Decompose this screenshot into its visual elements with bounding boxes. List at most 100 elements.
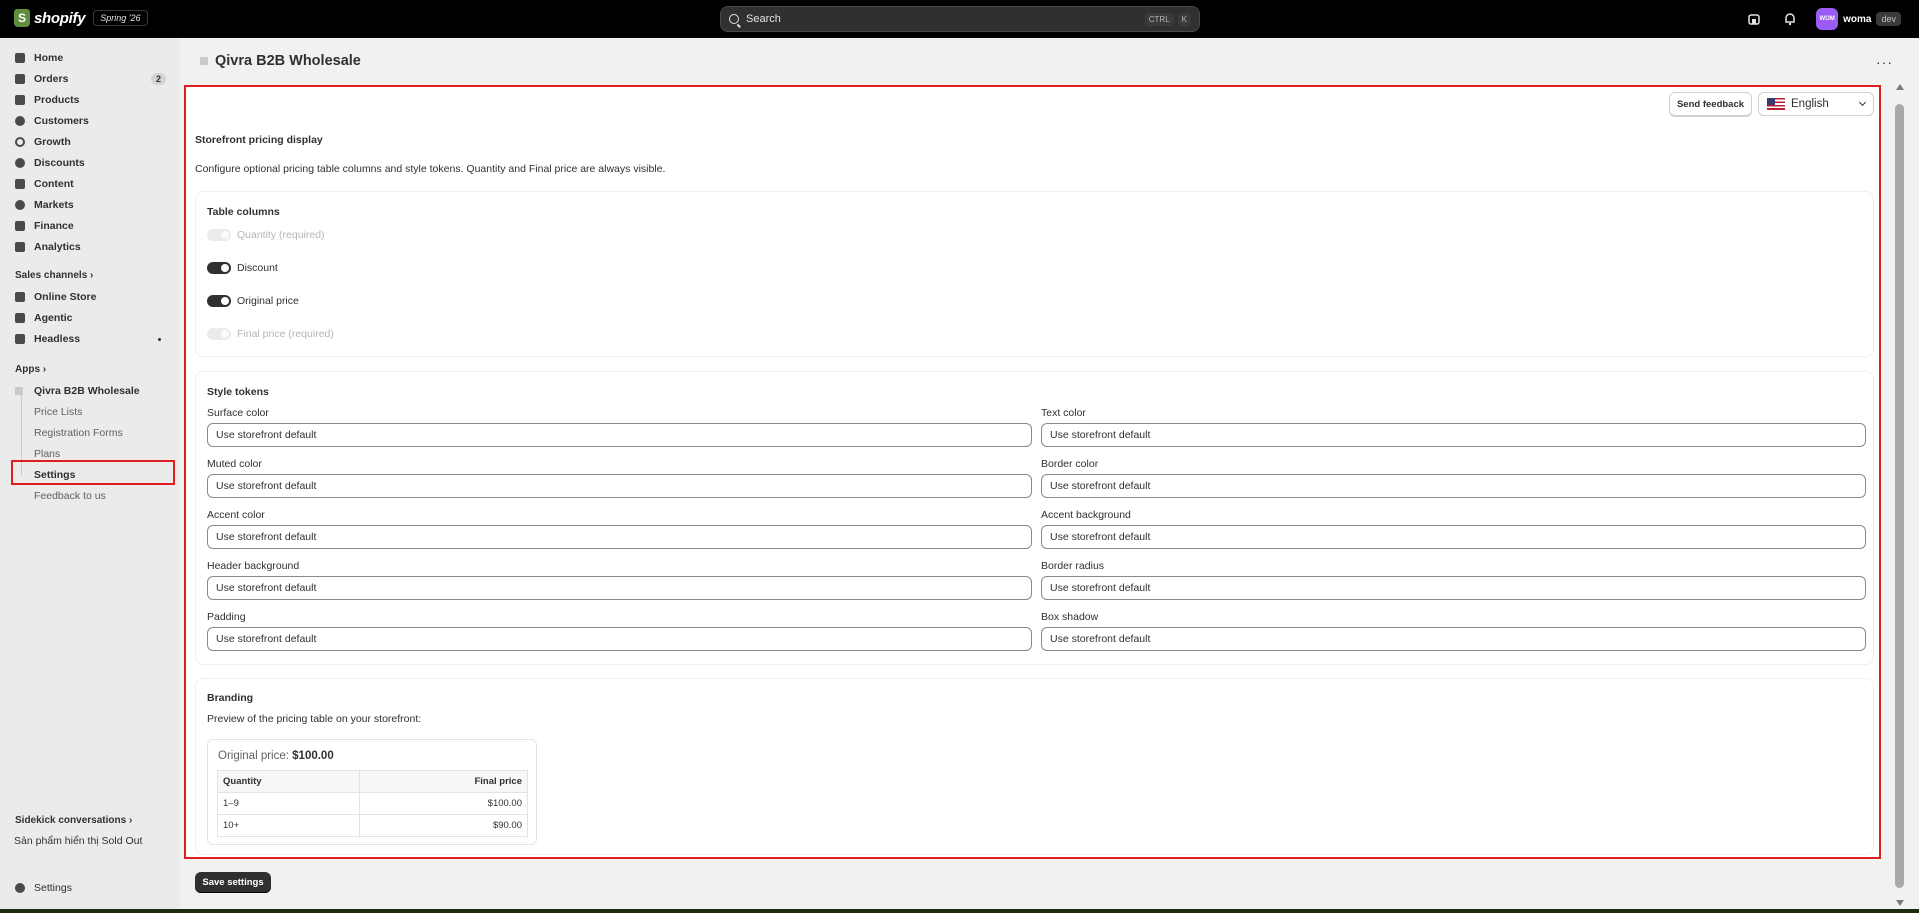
shopify-bag-icon: S [14,9,30,27]
discount-toggle[interactable] [207,262,231,274]
send-feedback-button[interactable]: Send feedback [1669,92,1752,116]
branding-title: Branding [207,692,254,704]
bell-icon[interactable] [1780,9,1800,29]
accent-color-input[interactable] [207,525,1032,549]
sales-channels-header[interactable]: Sales channels › [15,270,93,281]
sidebar-item-home[interactable]: Home [10,48,176,68]
section-header-label: Sidekick conversations [15,815,127,826]
field-label-header-background: Header background [207,560,300,572]
page-title-text: Qivra B2B Wholesale [215,53,361,69]
toggle-row-original-price[interactable]: Original price [207,295,299,307]
shopify-logo[interactable]: S shopify Spring '26 [14,9,148,27]
sidebar-item-settings[interactable]: Settings [10,878,176,898]
sidebar-item-label: Content [34,178,74,190]
more-actions-button[interactable]: ··· [1876,54,1893,70]
border-radius-input[interactable] [1041,576,1866,600]
surface-color-input[interactable] [207,423,1032,447]
sidebar-item-content[interactable]: Content [10,174,176,194]
style-tokens-card [195,371,1874,665]
table-columns-title: Table columns [207,206,280,218]
language-value: English [1791,98,1829,110]
scroll-down-arrow-icon[interactable] [1896,900,1904,906]
section-heading: Storefront pricing display [195,134,323,146]
sidebar-item-label: Settings [34,882,72,894]
sidebar-item-products[interactable]: Products [10,90,176,110]
save-settings-button[interactable]: Save settings [195,872,271,893]
toggle-label: Discount [237,262,278,274]
page-title: Qivra B2B Wholesale [200,53,361,69]
search-bar[interactable]: Search CTRL K [720,6,1200,32]
scroll-up-arrow-icon[interactable] [1896,84,1904,90]
field-label-border-color: Border color [1041,458,1099,470]
style-tokens-title: Style tokens [207,386,269,398]
bank-icon [15,221,25,231]
sidekick-header[interactable]: Sidekick conversations › [15,815,132,826]
toggle-row-discount[interactable]: Discount [207,262,278,274]
sidebar-item-orders[interactable]: Orders 2 [10,69,176,89]
search-icon [729,14,739,24]
sidebar-item-analytics[interactable]: Analytics [10,237,176,257]
muted-color-input[interactable] [207,474,1032,498]
sidebar-item-label: Qivra B2B Wholesale [34,385,140,397]
store-icon[interactable] [1744,9,1764,29]
gear-icon [15,883,25,893]
sidekick-conversation-item[interactable]: Sản phẩm hiển thị Sold Out [14,835,142,847]
sidebar-item-headless[interactable]: Headless [10,329,176,349]
field-label-box-shadow: Box shadow [1041,611,1099,623]
sidebar-item-discounts[interactable]: Discounts [10,153,176,173]
globe-icon [15,200,25,210]
sidebar-item-qivra-app[interactable]: Qivra B2B Wholesale [15,385,140,397]
bottom-strip [0,909,1919,913]
content-icon [15,179,25,189]
accent-background-input[interactable] [1041,525,1866,549]
sidebar-item-growth[interactable]: Growth [10,132,176,152]
quantity-toggle [207,229,231,241]
box-shadow-input[interactable] [1041,627,1866,651]
home-icon [15,53,25,63]
field-label-padding: Padding [207,611,246,623]
language-select[interactable]: English [1758,92,1874,116]
shortcut-key: K [1177,12,1191,26]
text-color-input[interactable] [1041,423,1866,447]
sidebar-subitem-feedback[interactable]: Feedback to us [34,490,106,502]
person-icon [15,116,25,126]
header-background-input[interactable] [207,576,1032,600]
pricing-table: Quantity Final price 1–9 $100.00 10+ $90… [216,770,528,837]
field-label-text-color: Text color [1041,407,1086,419]
field-label-accent-color: Accent color [207,509,265,521]
sidebar-item-online-store[interactable]: Online Store [10,287,176,307]
original-price-value: $100.00 [292,750,334,762]
column-header-final-price: Final price [359,770,528,793]
original-price-label: Original price: [218,750,289,762]
final-price-toggle [207,328,231,340]
edition-badge[interactable]: Spring '26 [93,10,148,26]
apps-header[interactable]: Apps › [15,364,46,375]
orders-count-badge: 2 [150,73,166,85]
original-price-line: Original price: $100.00 [218,750,334,762]
sidebar-item-markets[interactable]: Markets [10,195,176,215]
tag-icon [15,95,25,105]
border-color-input[interactable] [1041,474,1866,498]
table-columns-card [195,191,1874,357]
sidebar-subitem-registration-forms[interactable]: Registration Forms [34,427,123,439]
cell-quantity: 10+ [216,814,361,837]
sidebar-item-finance[interactable]: Finance [10,216,176,236]
padding-input[interactable] [207,627,1032,651]
scroll-thumb[interactable] [1895,104,1904,888]
original-price-toggle[interactable] [207,295,231,307]
sidebar-item-customers[interactable]: Customers [10,111,176,131]
sidebar-item-label: Home [34,52,64,64]
status-dot [158,337,161,341]
scrollbar[interactable] [1894,84,1906,906]
sidebar-item-label: Orders [34,73,69,85]
sidebar-subitem-price-lists[interactable]: Price Lists [34,406,82,418]
section-header-label: Apps [15,364,40,375]
sidebar-subitem-plans[interactable]: Plans [34,448,60,460]
table-row: 10+ $90.00 [216,814,528,837]
headless-icon [15,334,25,344]
sidebar-item-label: Online Store [34,291,97,303]
sidebar-item-agentic[interactable]: Agentic [10,308,176,328]
pricing-table-preview: Original price: $100.00 Quantity Final p… [207,739,537,845]
account-menu[interactable]: WOM woma dev [1816,8,1901,30]
field-label-surface-color: Surface color [207,407,269,419]
